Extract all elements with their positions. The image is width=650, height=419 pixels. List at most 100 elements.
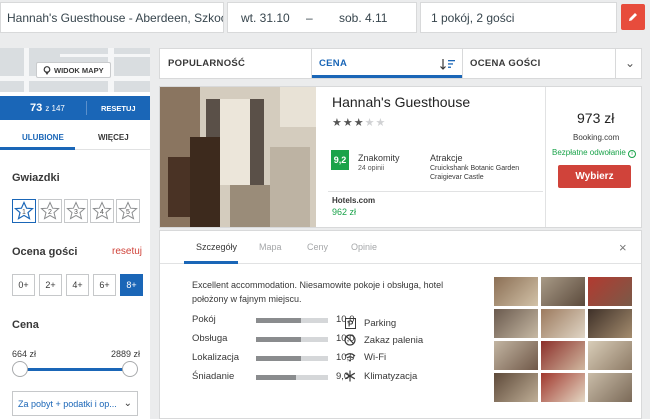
hotel-photo[interactable] xyxy=(160,87,316,227)
rating-bar xyxy=(256,318,328,323)
gallery-photo[interactable] xyxy=(494,309,538,338)
map-pin-icon xyxy=(43,65,51,75)
gallery-photo[interactable] xyxy=(588,309,632,338)
amenity-label: Klimatyzacja xyxy=(364,370,418,382)
chevron-down-icon: ⌄ xyxy=(123,398,132,409)
chevron-down-icon[interactable]: ⌄ xyxy=(625,56,635,70)
rating-option-6[interactable]: 6+ xyxy=(93,274,116,296)
free-cancellation-label: Bezpłatne odwołanie i xyxy=(552,148,637,158)
filter-tabs: ULUBIONE WIĘCEJ xyxy=(0,120,150,150)
gallery-photo[interactable] xyxy=(494,373,538,402)
gallery-photo[interactable] xyxy=(541,373,585,402)
dates-field[interactable]: wt. 31.10 – sob. 4.11 xyxy=(227,2,417,33)
amenity-label: Wi-Fi xyxy=(364,351,387,363)
guests-field[interactable]: 1 pokój, 2 gości xyxy=(420,2,617,33)
free-cancellation-text: Bezpłatne odwołanie xyxy=(552,148,626,157)
gallery-photo[interactable] xyxy=(494,341,538,370)
tab-prices[interactable]: Ceny xyxy=(307,242,328,252)
sort-order-icon[interactable] xyxy=(440,58,456,70)
destination-field[interactable]: Hannah's Guesthouse - Aberdeen, Szkocja xyxy=(0,2,224,33)
alternative-deal-source[interactable]: Hotels.com xyxy=(332,196,375,205)
pencil-icon xyxy=(629,13,637,21)
alternative-deal-price[interactable]: 962 zł xyxy=(332,207,356,217)
star-empty-icon: ★ xyxy=(375,117,386,129)
star-filter-4[interactable]: 4 xyxy=(90,199,114,223)
review-count[interactable]: 24 opinii xyxy=(358,165,384,172)
amenity-parking: P Parking xyxy=(344,316,396,330)
rating-bar xyxy=(256,337,328,342)
active-tab-indicator xyxy=(184,261,238,264)
gallery-photo[interactable] xyxy=(588,341,632,370)
search-bar: Hannah's Guesthouse - Aberdeen, Szkocja … xyxy=(0,0,650,37)
amenity-no-smoking: Zakaz palenia xyxy=(344,333,423,347)
star-level-label: 5 xyxy=(126,209,130,216)
results-count-bar: 73 z 147 RESETUJ xyxy=(0,96,150,120)
sort-guest-rating[interactable]: OCENA GOŚCI xyxy=(470,49,541,78)
gallery-photo[interactable] xyxy=(541,309,585,338)
sort-popularity-label: POPULARNOŚĆ xyxy=(168,58,246,69)
rating-filter-title: Ocena gości xyxy=(12,246,78,258)
checkout-date[interactable]: sob. 4.11 xyxy=(339,11,387,25)
star-filter-5[interactable]: 5 xyxy=(116,199,140,223)
checkin-date[interactable]: wt. 31.10 xyxy=(241,11,290,25)
price-mode-value: Za pobyt + podatki i op... xyxy=(18,398,117,409)
tab-reviews[interactable]: Opinie xyxy=(351,242,377,252)
star-filter-1[interactable]: 1 xyxy=(12,199,36,223)
star-filter-3[interactable]: 3 xyxy=(64,199,88,223)
rating-row: Śniadanie 9,0 xyxy=(192,371,362,385)
amenity-label: Zakaz palenia xyxy=(364,334,424,346)
best-price[interactable]: 973 zł xyxy=(577,110,614,126)
hotel-card: Hannah's Guesthouse ★ ★ ★ ★ ★ 9,2 Znakom… xyxy=(159,86,642,228)
price-slider-min-handle[interactable] xyxy=(12,361,28,377)
rating-row: Obsługa 10,0 xyxy=(192,333,362,347)
rating-reset-link[interactable]: resetuj xyxy=(112,246,142,257)
sort-price[interactable]: CENA xyxy=(319,49,347,78)
rating-option-8[interactable]: 8+ xyxy=(120,274,143,296)
star-level-label: 4 xyxy=(100,209,104,216)
map-view-button[interactable]: WIDOK MAPY xyxy=(36,62,111,78)
map-thumbnail[interactable]: WIDOK MAPY xyxy=(0,48,150,92)
rating-bar xyxy=(256,356,328,361)
rating-label: Obsługa xyxy=(192,333,228,344)
reset-filters-button[interactable]: RESETUJ xyxy=(101,104,136,113)
rating-row: Lokalizacja 10,0 xyxy=(192,352,362,366)
sort-bar: POPULARNOŚĆ CENA OCENA GOŚCI ⌄ xyxy=(159,48,642,79)
star-filter-2[interactable]: 2 xyxy=(38,199,62,223)
gallery-photo[interactable] xyxy=(588,277,632,306)
price-provider: Booking.com xyxy=(573,133,620,142)
edit-search-button[interactable] xyxy=(621,4,645,30)
close-icon[interactable]: × xyxy=(619,240,627,255)
attractions-title: Atrakcje xyxy=(430,153,463,163)
amenity-air-conditioning: Klimatyzacja xyxy=(344,369,417,383)
gallery-photo[interactable] xyxy=(541,277,585,306)
guest-score-badge[interactable]: 9,2 xyxy=(331,150,349,170)
sort-popularity[interactable]: POPULARNOŚĆ xyxy=(168,49,245,78)
price-slider-max-handle[interactable] xyxy=(122,361,138,377)
info-icon[interactable]: i xyxy=(628,150,637,158)
active-sort-indicator xyxy=(312,75,462,78)
rating-option-2[interactable]: 2+ xyxy=(39,274,62,296)
rating-option-0[interactable]: 0+ xyxy=(12,274,35,296)
hotel-name[interactable]: Hannah's Guesthouse xyxy=(332,94,470,110)
gallery-photo[interactable] xyxy=(541,341,585,370)
parking-icon: P xyxy=(344,317,356,329)
tab-details[interactable]: Szczegóły xyxy=(196,242,237,252)
attraction-item: Cruickshank Botanic Garden xyxy=(430,165,520,172)
rating-option-4[interactable]: 4+ xyxy=(66,274,89,296)
gallery-photo[interactable] xyxy=(494,277,538,306)
tab-favourites[interactable]: ULUBIONE xyxy=(22,133,64,142)
photo-gallery xyxy=(494,277,632,402)
attraction-item: Craigievar Castle xyxy=(430,174,484,181)
star-filled-icon: ★ xyxy=(332,117,342,129)
rating-label: Pokój xyxy=(192,314,216,325)
tab-map[interactable]: Mapa xyxy=(259,242,282,252)
rating-filter: 0+ 2+ 4+ 6+ 8+ xyxy=(12,274,143,296)
date-separator: – xyxy=(306,11,313,25)
wifi-icon xyxy=(344,351,356,363)
price-slider-track[interactable] xyxy=(20,368,130,371)
gallery-photo[interactable] xyxy=(588,373,632,402)
price-mode-select[interactable]: Za pobyt + podatki i op... ⌄ xyxy=(12,391,138,416)
tab-more[interactable]: WIĘCEJ xyxy=(98,133,129,142)
svg-text:P: P xyxy=(348,319,354,328)
choose-button[interactable]: Wybierz xyxy=(558,165,631,188)
